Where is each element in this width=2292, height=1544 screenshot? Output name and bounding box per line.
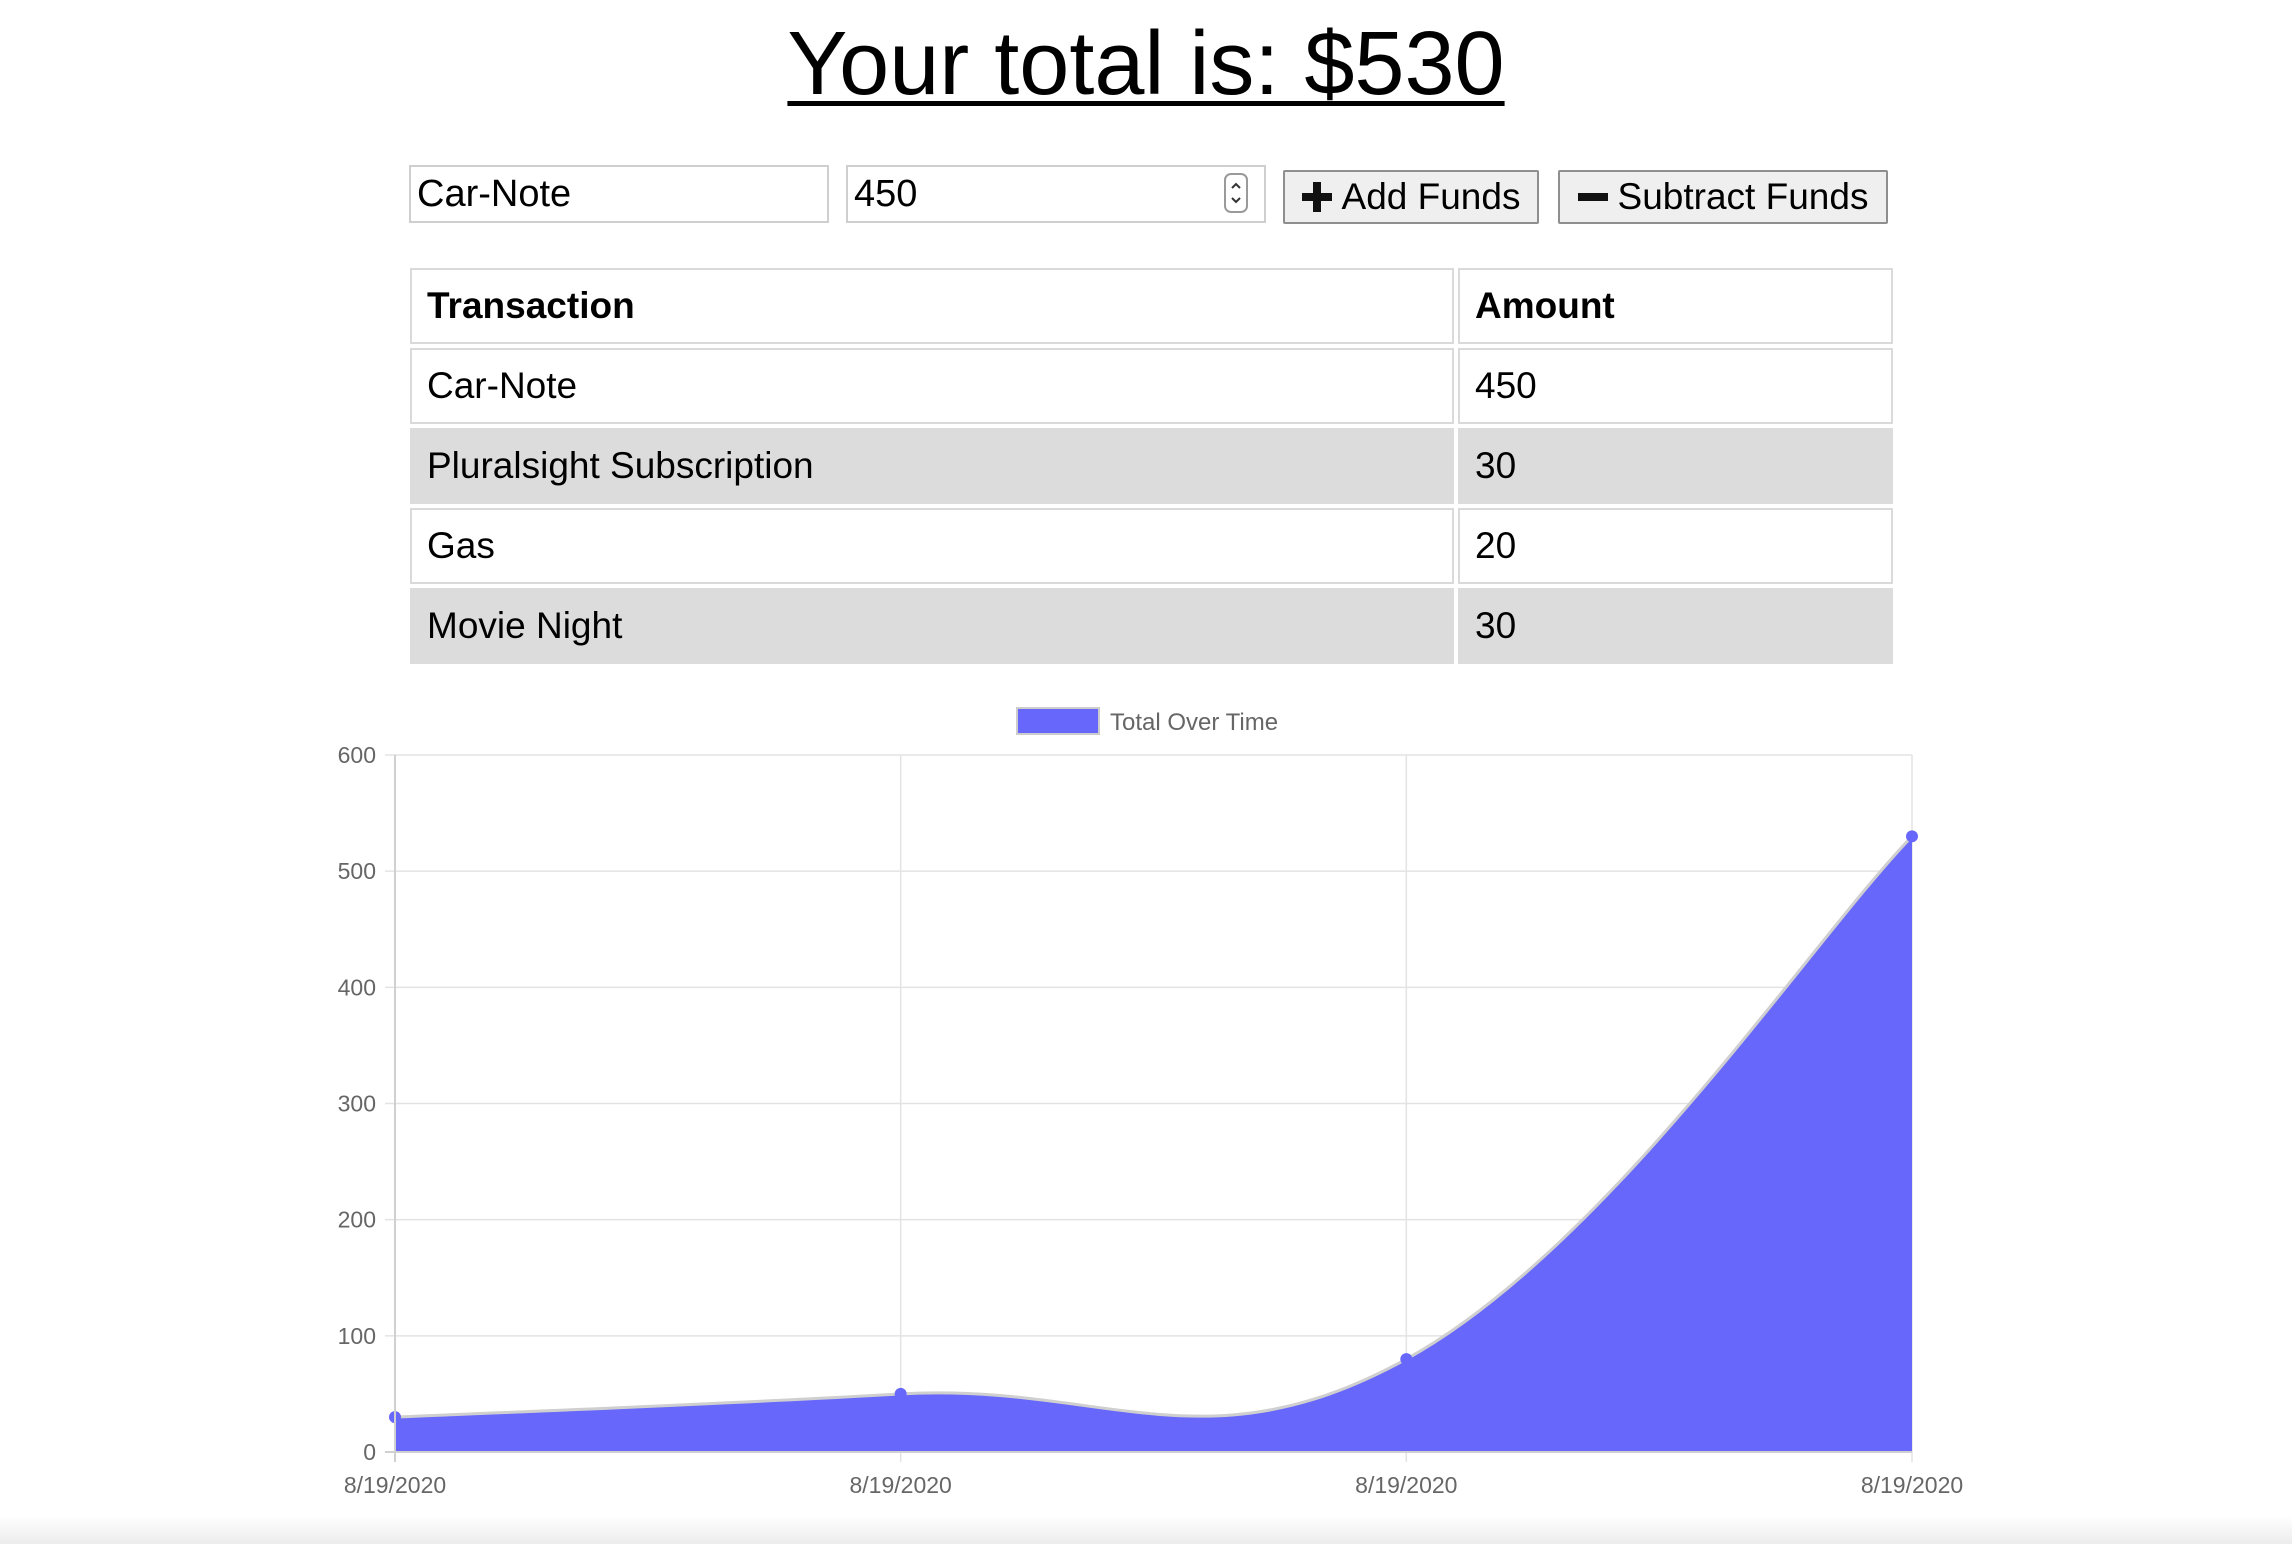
y-tick-label: 100: [338, 1323, 376, 1349]
x-tick-label: 8/19/2020: [850, 1472, 952, 1498]
total-over-time-chart: 0 100 200 300 400 500 600 8/19/2020 8/19/2020 8/1…: [338, 707, 1963, 1498]
legend-label: Total Over Time: [1110, 709, 1278, 736]
y-tick-label: 300: [338, 1091, 376, 1117]
x-tick-label: 8/19/2020: [1355, 1472, 1457, 1498]
x-tick-label: 8/19/2020: [344, 1472, 446, 1498]
y-tick-label: 200: [338, 1207, 376, 1233]
data-point: [894, 1387, 907, 1400]
window-bottom-edge: [0, 1516, 2292, 1544]
data-point: [1906, 830, 1918, 843]
series-area: [395, 836, 1912, 1452]
y-tick-label: 0: [363, 1439, 376, 1465]
x-tick-label: 8/19/2020: [1861, 1472, 1963, 1498]
data-point: [1400, 1353, 1413, 1366]
y-tick-label: 500: [338, 858, 376, 884]
y-tick-label: 600: [338, 742, 376, 768]
y-tick-label: 400: [338, 974, 376, 1000]
legend-swatch: [1016, 707, 1100, 735]
